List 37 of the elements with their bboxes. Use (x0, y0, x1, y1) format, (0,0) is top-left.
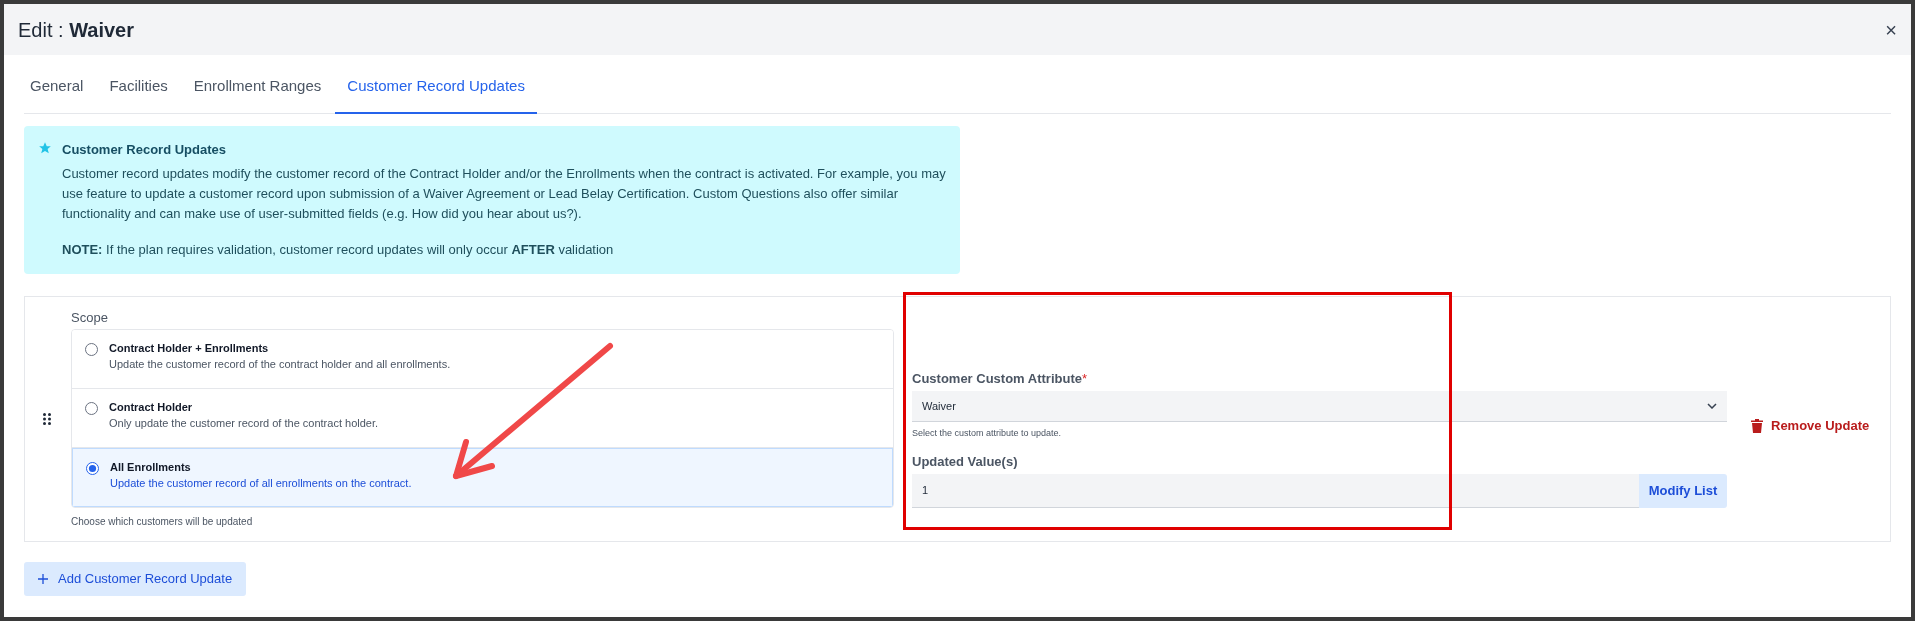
option-title: All Enrollments (110, 460, 192, 476)
scope-option[interactable]: Contract Holder + Enrollments Update the customer record of the contract holder and all enrollments. (72, 330, 893, 390)
radio-button[interactable] (86, 462, 99, 476)
option-title: Contract Holder (109, 400, 194, 416)
scope-hint: Choose which customers will be updated (71, 515, 254, 530)
dropdown-value: Waiver (922, 398, 956, 414)
modify-list-button[interactable]: Modify List (1639, 473, 1727, 508)
option-description: Update the customer record of all enrollments on the contract. (110, 476, 412, 492)
option-title: Contract Holder + Enrollments (109, 341, 270, 357)
radio-button[interactable] (85, 343, 98, 357)
trash-icon (1751, 418, 1763, 433)
attribute-dropdown[interactable]: Waiver (912, 390, 1727, 422)
info-title: Customer Record Updates (62, 140, 227, 159)
drag-handle-icon[interactable] (43, 412, 51, 425)
chevron-down-icon (1707, 402, 1717, 409)
option-description: Update the customer record of the contract holder and all enrollments. (109, 357, 451, 373)
option-description: Only update the customer record of the contract holder. (109, 416, 379, 432)
value-field[interactable]: 1 (912, 473, 1639, 508)
scope-option[interactable]: All Enrollments Update the customer record of all enrollments on the contract. (72, 448, 893, 508)
field-hint: Select the custom attribute to update. (912, 426, 1063, 440)
tab[interactable]: Enrollment Ranges (181, 69, 334, 114)
field-label: Updated Value(s) (912, 453, 1019, 472)
scope-label: Scope (71, 308, 109, 327)
tab[interactable]: Customer Record Updates (335, 69, 537, 114)
close-button[interactable]: × (1885, 19, 1897, 40)
tab[interactable]: Facilities (97, 69, 180, 114)
tab[interactable]: General (24, 69, 96, 114)
plus-icon (38, 573, 48, 584)
add-update-button[interactable]: Add Customer Record Update (24, 561, 247, 596)
window-title: Edit : Waiver (18, 17, 134, 43)
note-text: NOTE: If the plan requires validation, customer record updates will only occur AFTER validation (62, 240, 615, 259)
info-text: Customer record updates modify the customer record of the Contract Holder and/or the Enrollments when the contract is activated. For example, you may use feature to update a customer record upon submission of a Waiver Agreement or Lead Belay Certification. Custom Questions also offer similar functionality and can make use of user-submitted fields (e.g. How did you hear about us?). (62, 164, 946, 223)
required-marker: * (1081, 371, 1088, 387)
radio-button[interactable] (85, 402, 98, 416)
remove-update-button[interactable]: Remove Update (1751, 415, 1870, 436)
field-label: Customer Custom Attribute* (912, 370, 1089, 389)
star-icon (38, 140, 52, 155)
